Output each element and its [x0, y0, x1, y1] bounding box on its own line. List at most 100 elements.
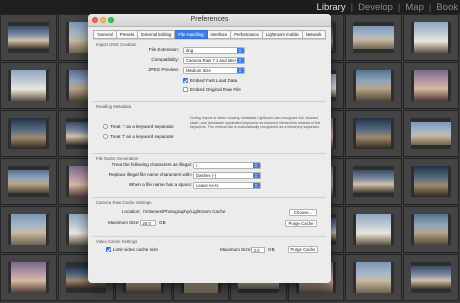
- window-titlebar: Preferences: [88, 14, 331, 27]
- thumbnail-frame: [410, 166, 451, 197]
- grid-thumbnail-cell[interactable]: [0, 206, 57, 253]
- thumbnail-frame: [353, 70, 394, 101]
- jpeg-preview-value: Medium Size: [186, 68, 211, 73]
- cache-max-size-field[interactable]: 20.0: [140, 220, 156, 226]
- grid-thumbnail-cell[interactable]: [0, 14, 57, 61]
- module-develop[interactable]: Develop: [358, 2, 393, 13]
- tab-file-handling[interactable]: File Handling: [175, 30, 208, 39]
- compatibility-value: Camera Raw 7.1 and later: [186, 58, 237, 63]
- module-library[interactable]: Library: [317, 2, 346, 13]
- photo-thumbnail: [356, 118, 391, 149]
- grid-thumbnail-cell[interactable]: [0, 110, 57, 157]
- grid-thumbnail-cell[interactable]: [402, 158, 459, 205]
- chevron-updown-icon: [237, 48, 244, 53]
- module-separator: |: [397, 1, 401, 13]
- slash-separator-label: Treat '/' as a keyword separator: [110, 133, 174, 139]
- grid-thumbnail-cell[interactable]: [345, 158, 402, 205]
- slash-separator-radio[interactable]: [103, 134, 108, 139]
- module-book[interactable]: Book: [436, 2, 458, 13]
- file-extension-label: File Extension:: [148, 47, 179, 52]
- video-max-size-field[interactable]: 3.0: [251, 246, 265, 253]
- grid-thumbnail-cell[interactable]: [345, 254, 402, 301]
- thumbnail-frame: [8, 214, 49, 245]
- embed-fast-load-checkbox[interactable]: [183, 78, 188, 83]
- section-title: Camera Raw Cache Settings: [96, 200, 152, 205]
- chevron-updown-icon: [253, 183, 260, 188]
- module-picker: Library | Develop | Map | Book: [317, 0, 460, 14]
- space-handling-popup[interactable]: Leave As-Is: [193, 182, 261, 189]
- thumbnail-frame: [8, 22, 49, 53]
- space-handling-label: When a file name has a space:: [128, 182, 192, 187]
- illegal-chars-value: / :: [196, 163, 200, 168]
- reading-metadata-section: Reading Metadata Treat '.' as a keyword …: [93, 101, 326, 153]
- illegal-chars-popup[interactable]: / :: [193, 162, 261, 169]
- photo-thumbnail: [356, 214, 391, 245]
- grid-thumbnail-cell[interactable]: [345, 14, 402, 61]
- limit-video-cache-checkbox[interactable]: [106, 247, 111, 252]
- cache-max-size-label: Maximum Size:: [108, 220, 140, 225]
- thumbnail-frame: [8, 262, 49, 293]
- grid-thumbnail-cell[interactable]: [345, 62, 402, 109]
- photo-thumbnail: [353, 26, 394, 49]
- embed-original-checkbox[interactable]: [183, 87, 188, 92]
- thumbnail-frame: [8, 70, 49, 101]
- video-max-size-label: Maximum Size:: [220, 246, 252, 252]
- tab-external-editing[interactable]: External Editing: [138, 30, 176, 39]
- photo-thumbnail: [413, 22, 448, 53]
- tab-interface[interactable]: Interface: [207, 30, 232, 39]
- module-map[interactable]: Map: [405, 2, 423, 13]
- grid-thumbnail-cell[interactable]: [0, 62, 57, 109]
- grid-thumbnail-cell[interactable]: [345, 110, 402, 157]
- cache-size-unit: GB: [159, 220, 166, 225]
- file-extension-popup[interactable]: dng: [183, 47, 245, 54]
- photo-thumbnail: [8, 26, 49, 49]
- chevron-updown-icon: [237, 58, 244, 63]
- thumbnail-frame: [353, 118, 394, 149]
- photo-thumbnail: [8, 170, 49, 193]
- thumbnail-frame: [410, 214, 451, 245]
- embed-original-label: Embed Original Raw File: [190, 86, 241, 92]
- grid-thumbnail-cell[interactable]: [402, 206, 459, 253]
- grid-thumbnail-cell[interactable]: [402, 14, 459, 61]
- tab-presets[interactable]: Presets: [116, 30, 139, 39]
- grid-thumbnail-cell[interactable]: [0, 254, 57, 301]
- lightroom-top-bar: Library | Develop | Map | Book: [0, 0, 460, 14]
- tab-performance[interactable]: Performance: [231, 30, 263, 39]
- jpeg-preview-popup[interactable]: Medium Size: [183, 67, 245, 74]
- thumbnail-frame: [8, 118, 49, 149]
- tab-network[interactable]: Network: [302, 30, 326, 39]
- section-title: File Name Generation: [96, 156, 139, 161]
- grid-thumbnail-cell[interactable]: [345, 206, 402, 253]
- thumbnail-frame: [353, 166, 394, 197]
- compatibility-popup[interactable]: Camera Raw 7.1 and later: [183, 57, 245, 64]
- replace-chars-popup[interactable]: Dashes (-): [193, 172, 261, 179]
- thumbnail-frame: [410, 262, 451, 293]
- compatibility-label: Compatibility:: [151, 57, 179, 62]
- jpeg-preview-label: JPEG Preview:: [148, 67, 179, 72]
- thumbnail-frame: [8, 166, 49, 197]
- section-title: Video Cache Settings: [96, 239, 138, 244]
- grid-thumbnail-cell[interactable]: [402, 110, 459, 157]
- replace-chars-value: Dashes (-): [196, 173, 217, 178]
- purge-video-cache-button[interactable]: Purge Cache: [288, 246, 318, 253]
- grid-thumbnail-cell[interactable]: [402, 254, 459, 301]
- file-name-generation-section: File Name Generation Treat the following…: [93, 153, 326, 197]
- photo-thumbnail: [413, 70, 448, 101]
- thumbnail-frame: [410, 70, 451, 101]
- grid-thumbnail-cell[interactable]: [402, 62, 459, 109]
- section-title: Reading Metadata: [96, 104, 132, 109]
- module-separator: |: [350, 1, 354, 13]
- preferences-tabs: General Presets External Editing File Ha…: [88, 30, 331, 39]
- tab-general[interactable]: General: [93, 30, 117, 39]
- thumbnail-frame: [353, 22, 394, 53]
- photo-thumbnail: [11, 118, 46, 149]
- choose-cache-button[interactable]: Choose...: [289, 209, 317, 216]
- dot-separator-radio[interactable]: [103, 124, 108, 129]
- photo-thumbnail: [353, 170, 394, 193]
- tab-lightroom-mobile[interactable]: Lightroom mobile: [262, 30, 303, 39]
- dot-separator-label: Treat '.' as a keyword separator: [110, 123, 174, 129]
- purge-raw-cache-button[interactable]: Purge Cache: [285, 220, 317, 227]
- thumbnail-frame: [410, 118, 451, 149]
- photo-thumbnail: [413, 214, 448, 245]
- grid-thumbnail-cell[interactable]: [0, 158, 57, 205]
